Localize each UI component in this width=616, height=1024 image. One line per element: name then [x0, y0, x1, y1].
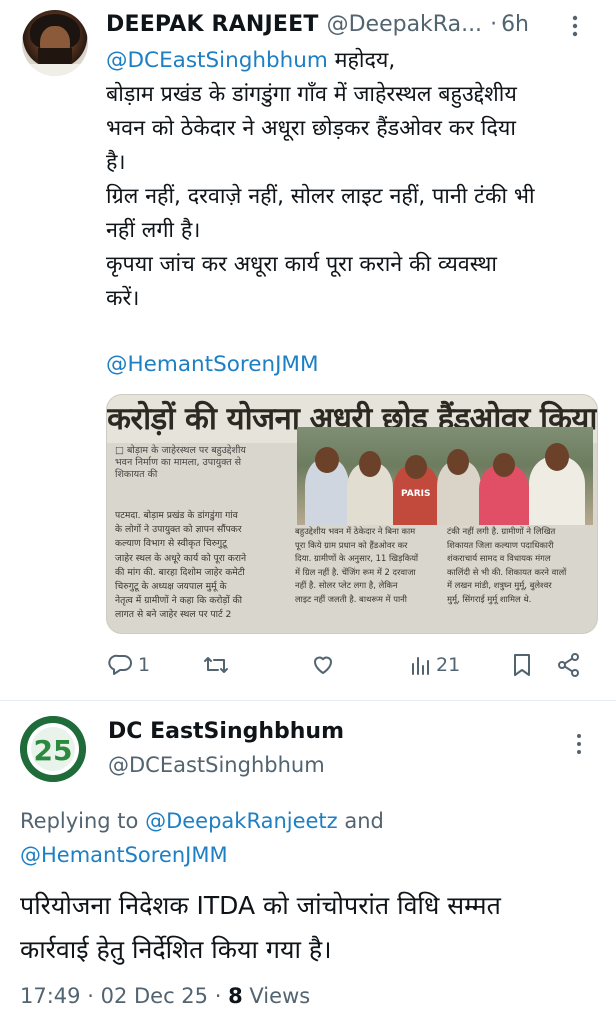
reply-time[interactable]: 17:49: [20, 984, 81, 1008]
reply-line: कार्रवाई हेतु निर्देशित किया गया है।: [20, 935, 332, 964]
replying-to: Replying to @DeepakRanjeetz and @HemantS…: [20, 804, 600, 872]
views-count: 21: [436, 654, 461, 676]
banner-text: PARIS: [401, 489, 431, 499]
reply-body: परियोजना निदेशक ITDA को जांचोपरांत विधि …: [20, 884, 610, 972]
reply-icon: [108, 652, 134, 678]
meta-separator: ·: [87, 984, 94, 1008]
mention-link-footer[interactable]: @HemantSorenJMM: [106, 350, 319, 380]
reply-button[interactable]: 1: [108, 650, 150, 680]
tweet-line: भवन को ठेकेदार ने अधूरा छोड़कर हैंडओवर क…: [106, 116, 516, 141]
clipping-subhead: □ बोड़ाम के जाहेरस्थल पर बहुउद्देशीय भवन…: [115, 445, 293, 481]
clipping-column-1: पटमदा. बोड़ाम प्रखंड के डांगडुंगा गांव क…: [115, 509, 293, 623]
reply-views-label: Views: [249, 984, 311, 1008]
reply-date[interactable]: 02 Dec 25: [101, 984, 208, 1008]
logo-text: 25: [34, 734, 73, 767]
clipping-line: की मांग की. बारहा दिशोम जाहेर कमेटी: [115, 566, 245, 578]
reply-author-name[interactable]: DC EastSinghbhum: [108, 718, 344, 746]
replying-to-user-1[interactable]: @DeepakRanjeetz: [145, 809, 338, 833]
tweet-line: @DCEastSinghbhum महोदय,: [106, 44, 602, 78]
clipping-column-2: बहुउद्देशीय भवन में ठेकेदार ने बिना काम …: [295, 525, 443, 606]
separator-dot: ·: [490, 12, 498, 37]
clipping-line: नहीं है. सोलर प्लेट लगा है, लेकिन: [295, 580, 398, 590]
clipping-line: के लोगों ने उपायुक्त को ज्ञापन सौंपकर: [115, 524, 242, 536]
clipping-line: नेतृत्व में ग्रामीणों ने कहा कि करोड़ों …: [115, 595, 243, 607]
clipping-line: में लखन मांडी, शत्रुघ्न मुर्मू, बुलेश्वर: [447, 580, 552, 590]
tweet-line: बोड़ाम प्रखंड के डांगडुंगा गाँव में जाहे…: [106, 82, 517, 107]
reply-count: 1: [138, 654, 151, 676]
author-avatar[interactable]: [22, 10, 88, 76]
reply-line: परियोजना निदेशक ITDA को जांचोपरांत विधि …: [20, 891, 501, 920]
tweet-line: नहीं लगी है।: [106, 218, 201, 243]
clipping-line: में ग्रिल नहीं है. चेंजिंग रूम में 2 दरव…: [295, 566, 416, 577]
dc-avatar-logo[interactable]: 25: [20, 716, 86, 782]
attached-image-newspaper-clipping[interactable]: करोड़ों की योजना अधूरी छोड़ हैंडओवर किया…: [106, 394, 598, 634]
clipping-column-3: टंकी नहीं लगी है. ग्रामीणों ने लिखित शिक…: [447, 525, 593, 606]
clipping-line: मुर्मू, सिंगराई मुर्मू शामिल थे.: [447, 593, 532, 604]
share-icon: [556, 652, 582, 678]
views-chart-icon: [410, 652, 432, 678]
clipping-subhead-line: शिकायत की: [115, 469, 158, 480]
heart-icon: [310, 652, 336, 678]
author-handle[interactable]: @DeepakRa...: [327, 12, 482, 37]
meta-separator: ·: [214, 984, 222, 1008]
tweet-header: DEEPAK RANJEET @DeepakRa... · 6h: [106, 12, 546, 38]
clipping-line: जाहेर स्थल के अधूरे कार्य को पूरा कराने: [115, 552, 247, 564]
tweet-line: कृपया जांच कर अधूरा कार्य पूरा कराने की …: [106, 252, 497, 277]
clipping-line: लागत से बने जाहेर स्थल पर पार्ट 2: [115, 609, 232, 621]
reply-author-handle[interactable]: @DCEastSinghbhum: [108, 752, 325, 778]
repost-button[interactable]: [202, 650, 230, 680]
tweet-line: है।: [106, 150, 126, 175]
clipping-subhead-line: भवन निर्माण का मामला, उपायुक्त से: [115, 457, 242, 468]
repost-icon: [202, 652, 230, 678]
tweet-line: ग्रिल नहीं, दरवाज़े नहीं, सोलर लाइट नहीं…: [106, 184, 535, 209]
tweet-body: @DCEastSinghbhum महोदय, बोड़ाम प्रखंड के…: [106, 44, 602, 316]
tweet-text: महोदय,: [327, 48, 396, 73]
share-button[interactable]: [556, 650, 582, 680]
clipping-line: लाइट नहीं जलती है. बाथरूम में पानी: [295, 593, 407, 604]
clipping-line: पूरा किये ग्राम प्रधान को हैंडओवर कर: [295, 539, 408, 550]
clipping-line: चिरुगुटू के अध्यक्ष जयपाल मुर्मू के: [115, 581, 227, 593]
views-button[interactable]: 21: [410, 650, 460, 680]
bookmark-icon: [510, 652, 534, 678]
clipping-line: शिकायत जिला कल्याण पदाधिकारी: [447, 539, 554, 550]
reply-views-count: 8: [228, 984, 243, 1008]
clipping-line: बहुउद्देशीय भवन में ठेकेदार ने बिना काम: [295, 526, 416, 536]
tweet-line: करें।: [106, 286, 140, 311]
clipping-line: कल्याण विभाग से स्वीकृत चिरुगुटू: [115, 538, 227, 550]
more-options-icon[interactable]: [572, 732, 586, 756]
divider: [0, 700, 616, 701]
clipping-subhead-line: □ बोड़ाम के जाहेरस्थल पर बहुउद्देशीय: [115, 445, 246, 456]
like-button[interactable]: [310, 650, 340, 680]
replying-and: and: [337, 809, 384, 833]
clipping-line: पटमदा. बोड़ाम प्रखंड के डांगडुंगा गांव: [115, 510, 238, 521]
more-options-icon[interactable]: [564, 14, 586, 38]
author-name[interactable]: DEEPAK RANJEET: [106, 12, 319, 37]
clipping-line: कालिंदी से भी की. शिकायत करने वालों: [447, 566, 567, 577]
clipping-photo-villagers: PARIS: [297, 427, 593, 525]
clipping-caption: बहुउद्देशीय भवन में ठेकेदार ने बिना काम …: [291, 525, 593, 633]
clipping-line: शंकराचार्य सामद व विधायक मंगल: [447, 553, 551, 563]
replying-to-user-2[interactable]: @HemantSorenJMM: [20, 843, 228, 867]
reply-meta: 17:49 · 02 Dec 25 · 8 Views: [20, 982, 310, 1010]
bookmark-button[interactable]: [510, 650, 534, 680]
replying-prefix: Replying to: [20, 809, 146, 833]
tweet-time[interactable]: 6h: [501, 12, 529, 37]
clipping-line: टंकी नहीं लगी है. ग्रामीणों ने लिखित: [447, 526, 556, 536]
clipping-line: दिया. ग्रामीणों के अनुसार, 11 खिड़कियों: [295, 553, 419, 563]
mention-link[interactable]: @DCEastSinghbhum: [106, 48, 328, 73]
